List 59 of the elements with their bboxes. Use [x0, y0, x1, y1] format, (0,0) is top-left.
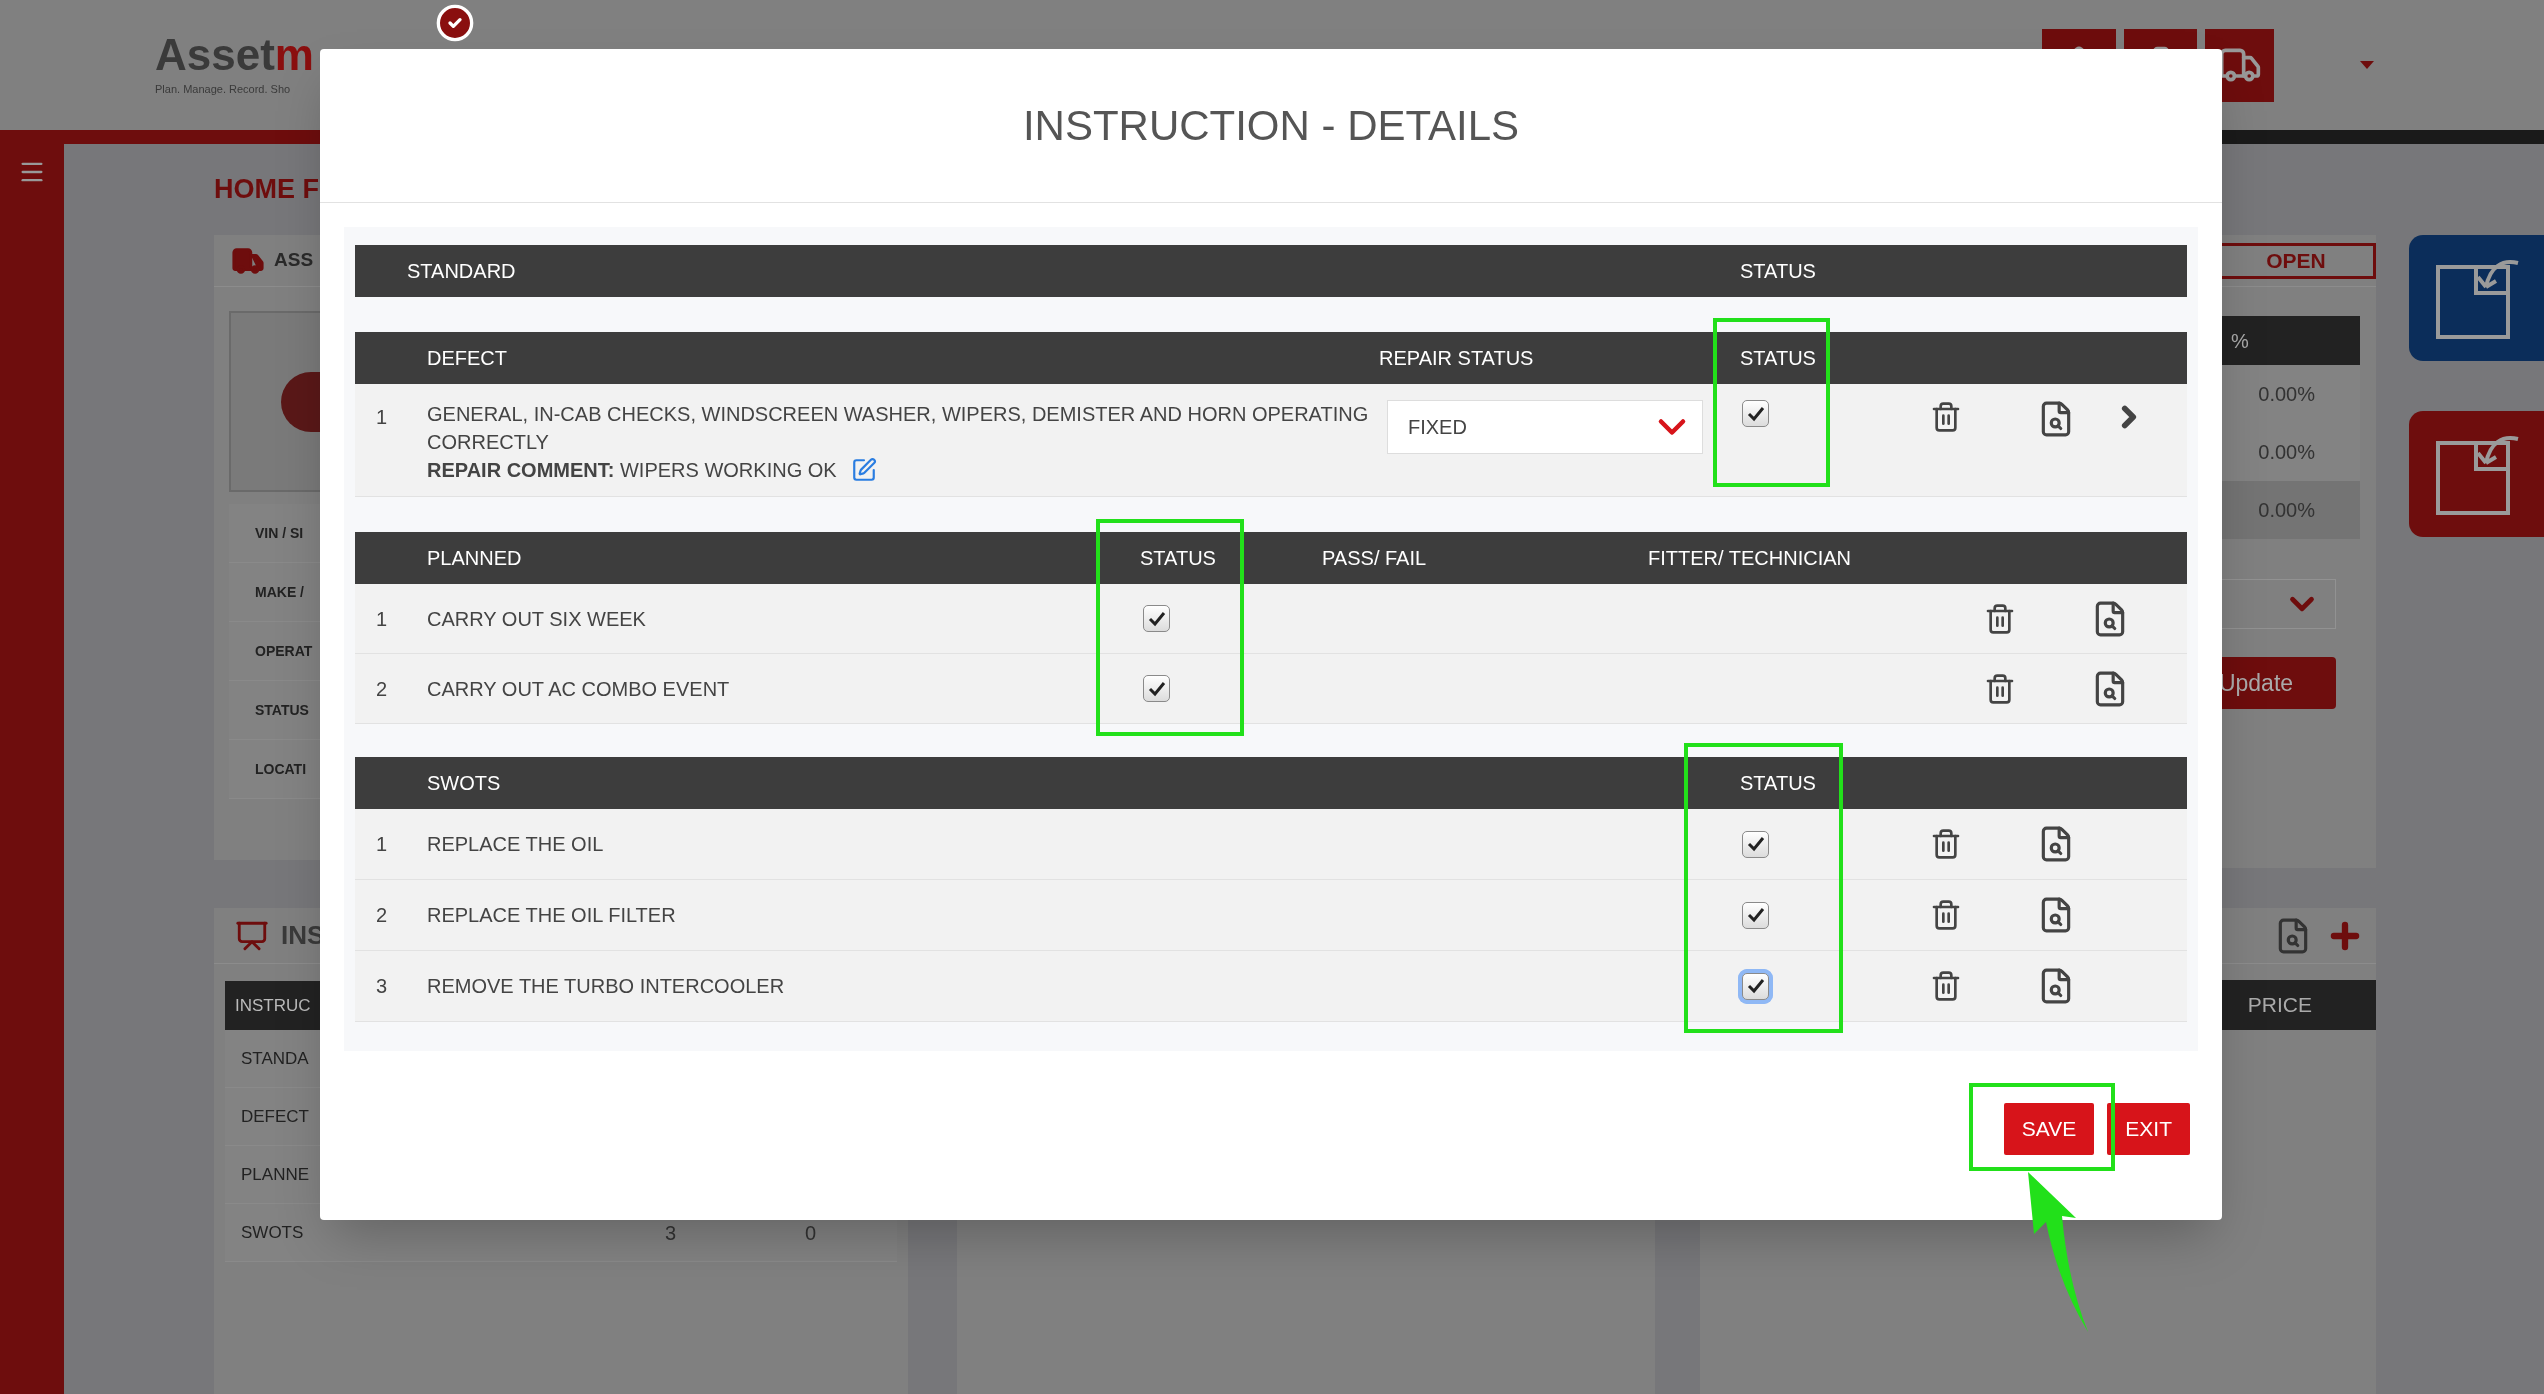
table-cell-text: SWOTS	[241, 1221, 305, 1244]
field-label: STATUS	[255, 700, 309, 720]
repair-comment: REPAIR COMMENT: WIPERS WORKING OK	[427, 458, 837, 483]
row-number: 2	[375, 676, 389, 702]
field-label: MAKE /	[255, 582, 304, 602]
field-label: LOCATI	[255, 759, 307, 779]
caret-icon[interactable]	[2360, 61, 2374, 69]
checkbox[interactable]	[1742, 830, 1769, 858]
table-cell-text: 0	[805, 1220, 817, 1246]
row-number: 1	[375, 832, 389, 857]
task-text: CARRY OUT AC COMBO EVENT	[427, 676, 731, 702]
table-cell-text: PLANNE	[241, 1163, 311, 1186]
table-header: STANDARD STATUS	[355, 245, 2187, 297]
repair-status-select[interactable]: FIXED	[1387, 400, 1703, 454]
export-icon[interactable]	[2409, 411, 2544, 537]
field-label: VIN / SI	[255, 523, 304, 543]
delete-icon[interactable]	[1984, 601, 2016, 636]
check-icon	[1147, 610, 1166, 627]
delete-icon[interactable]	[1984, 671, 2016, 706]
logo-tagline: Plan. Manage. Record. Sho	[155, 81, 292, 97]
checkbox[interactable]	[1742, 400, 1769, 427]
task-text: REPLACE THE OIL	[427, 832, 605, 857]
row-number: 1	[375, 606, 389, 632]
task-text: REPLACE THE OIL FILTER	[427, 903, 677, 928]
task-text: CARRY OUT SIX WEEK	[427, 606, 647, 632]
row-number: 2	[375, 903, 389, 928]
check-icon	[1147, 680, 1166, 697]
table-cell-text: 0.00%	[2258, 498, 2315, 523]
table-cell-text: DEFECT	[241, 1105, 310, 1128]
delete-icon[interactable]	[1930, 969, 1962, 1003]
edit-icon[interactable]	[850, 457, 877, 483]
table-cell-text: 0.00%	[2258, 382, 2315, 407]
save-button[interactable]: SAVE	[2003, 1103, 2095, 1155]
table-header: DEFECT REPAIR STATUS STATUS	[355, 332, 2187, 384]
check-icon	[1746, 836, 1765, 852]
checkbox[interactable]	[1742, 901, 1769, 929]
check-circle-icon	[435, 2, 475, 43]
checkbox[interactable]	[1143, 675, 1170, 702]
logo: Assetm	[155, 32, 314, 77]
defect-description: GENERAL, IN-CAB CHECKS, WINDSCREEN WASHER, WIPERS, DEMISTER AND HORN OPERATING CORRECTLY	[427, 402, 1370, 455]
delete-icon[interactable]	[1930, 400, 1962, 434]
row-number: 1	[375, 405, 389, 430]
export-icon[interactable]	[2409, 235, 2544, 361]
exit-button[interactable]: EXIT	[2107, 1103, 2190, 1155]
delete-icon[interactable]	[1930, 898, 1962, 932]
table-cell-text: 3	[665, 1220, 678, 1246]
check-icon	[1746, 978, 1765, 994]
table-header: SWOTS STATUS	[355, 757, 2187, 809]
panel-title: ASS	[274, 248, 314, 273]
delete-icon[interactable]	[1930, 827, 1962, 861]
modal-title: INSTRUCTION - DETAILS	[1022, 101, 1520, 151]
checkbox[interactable]	[1143, 605, 1170, 632]
table-cell-text: 0.00%	[2258, 440, 2315, 465]
table-header: PLANNED STATUS PASS/ FAIL FITTER/ TECHNICIAN	[355, 532, 2187, 584]
field-label: OPERAT	[255, 641, 313, 661]
check-icon	[1746, 907, 1765, 923]
page-title: HOME F	[214, 173, 319, 207]
check-icon	[1746, 405, 1765, 422]
table-cell-text: STANDA	[241, 1047, 310, 1070]
